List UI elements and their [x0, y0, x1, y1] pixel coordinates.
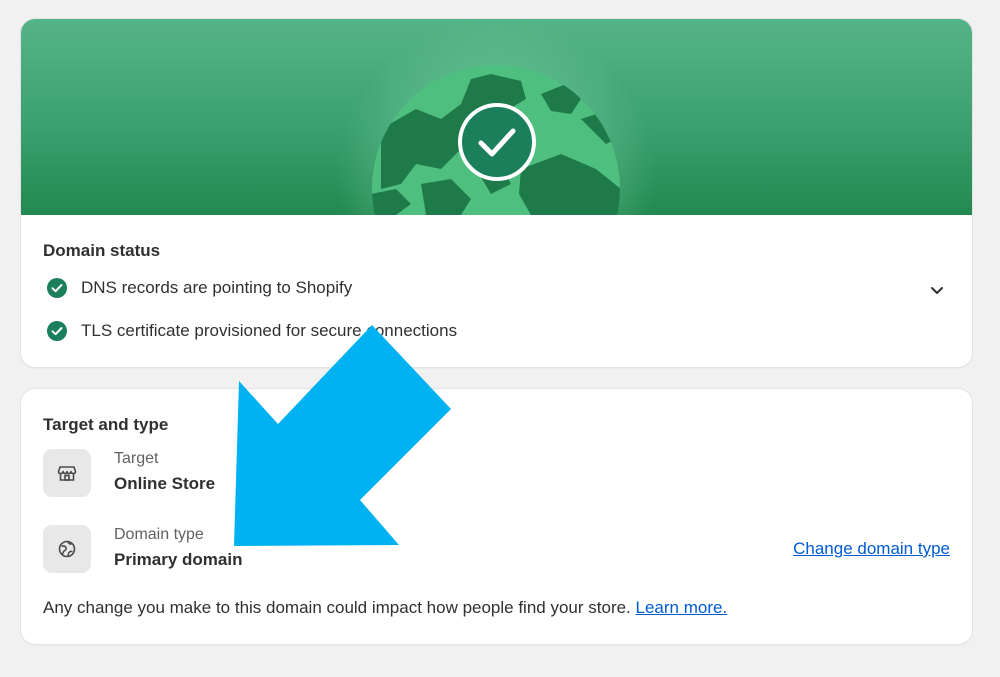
domain-change-note-text: Any change you make to this domain could…	[43, 598, 631, 617]
annotation-arrow	[234, 325, 451, 546]
learn-more-link[interactable]: Learn more.	[636, 598, 728, 617]
dns-status-row: DNS records are pointing to Shopify	[47, 276, 352, 300]
chevron-down-icon[interactable]	[926, 279, 948, 301]
domain-hero-illustration	[21, 19, 972, 215]
check-circle-icon	[47, 278, 67, 298]
target-value: Online Store	[114, 474, 216, 493]
domain-type-label: Domain type	[114, 526, 204, 543]
store-icon	[43, 449, 91, 497]
target-type-title: Target and type	[43, 415, 169, 434]
dns-status-text: DNS records are pointing to Shopify	[81, 278, 353, 297]
domain-type-value: Primary domain	[114, 550, 243, 569]
domain-status-card: Domain status DNS records are pointing t…	[21, 19, 972, 367]
domain-status-title: Domain status	[43, 241, 161, 260]
change-domain-type-link[interactable]: Change domain type	[793, 539, 950, 559]
target-type-card: Target and type Target Online Store Doma…	[21, 389, 972, 644]
check-circle-icon	[47, 321, 67, 341]
target-label: Target	[114, 450, 159, 467]
globe-icon	[43, 525, 91, 573]
domain-change-note: Any change you make to this domain could…	[43, 598, 727, 618]
